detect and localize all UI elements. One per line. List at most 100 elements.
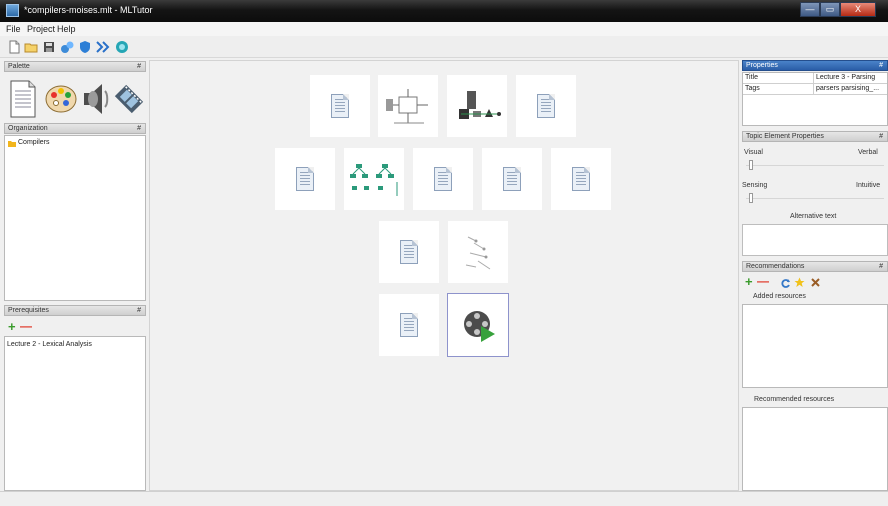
canvas-item-document[interactable] xyxy=(412,147,474,211)
document-icon xyxy=(400,240,418,264)
alternative-text-field[interactable] xyxy=(742,224,888,256)
recommendations-toolbar: + — xyxy=(742,274,888,290)
new-file-icon[interactable] xyxy=(7,40,21,54)
property-key: Tags xyxy=(745,85,760,92)
added-resources-label: Added resources xyxy=(753,293,806,300)
canvas-item-video[interactable] xyxy=(447,293,509,357)
film-icon[interactable] xyxy=(112,79,146,119)
open-folder-icon[interactable] xyxy=(24,40,38,54)
remove-prerequisite-button[interactable]: — xyxy=(20,319,32,333)
prerequisites-header: Prerequisites # xyxy=(4,305,146,316)
property-row[interactable]: Tags parsers parsising_... xyxy=(743,84,887,95)
palette-pin-icon[interactable]: # xyxy=(137,62,141,71)
prerequisites-panel: Lecture 2 - Lexical Analysis xyxy=(4,336,146,491)
canvas-item-document[interactable] xyxy=(309,74,371,138)
document-icon xyxy=(331,94,349,118)
canvas-item-document[interactable] xyxy=(378,293,440,357)
topic-properties-pin-icon[interactable]: # xyxy=(879,132,883,141)
palette-colors-icon[interactable] xyxy=(44,79,78,119)
sensing-intuitive-slider[interactable] xyxy=(746,198,884,199)
palette-title: Palette xyxy=(8,63,30,70)
document-icon xyxy=(537,94,555,118)
document-icon xyxy=(503,167,521,191)
star-icon[interactable] xyxy=(794,277,805,288)
tools-icon[interactable] xyxy=(810,277,821,288)
prerequisites-title: Prerequisites xyxy=(8,307,49,314)
add-resource-button[interactable]: + xyxy=(745,274,753,289)
sensing-intuitive-slider-thumb[interactable] xyxy=(749,193,753,203)
document-icon[interactable] xyxy=(7,79,41,119)
app-icon xyxy=(6,4,19,17)
status-bar xyxy=(0,491,888,506)
document-icon xyxy=(434,167,452,191)
visual-verbal-slider-thumb[interactable] xyxy=(749,160,753,170)
palette-header: Palette # xyxy=(4,61,146,72)
menu-file[interactable]: File xyxy=(6,24,21,34)
window-controls: — ▭ X xyxy=(800,2,876,17)
recommended-resources-list[interactable] xyxy=(742,407,888,491)
sketch-icon xyxy=(465,236,491,270)
document-icon xyxy=(296,167,314,191)
canvas xyxy=(149,60,739,491)
maximize-button[interactable]: ▭ xyxy=(820,2,840,17)
recommendations-title: Recommendations xyxy=(746,263,805,270)
shield-icon[interactable] xyxy=(78,40,92,54)
property-value[interactable]: parsers parsising_... xyxy=(816,85,879,92)
folder-icon xyxy=(8,141,16,147)
intuitive-label: Intuitive xyxy=(856,182,881,189)
property-value[interactable]: Lecture 3 - Parsing xyxy=(816,74,875,81)
window-title: *compilers-moises.mlt - MLTutor xyxy=(24,5,153,15)
organization-pin-icon[interactable]: # xyxy=(137,124,141,133)
visual-label: Visual xyxy=(744,149,763,156)
recommended-resources-label: Recommended resources xyxy=(754,396,835,403)
tree-item-compilers[interactable]: Compilers xyxy=(18,139,50,146)
added-resources-list[interactable] xyxy=(742,304,888,388)
menu-project[interactable]: Project xyxy=(27,24,55,34)
refresh-icon[interactable] xyxy=(781,278,791,288)
organization-panel: Compilers xyxy=(4,135,146,301)
canvas-item-diagram[interactable] xyxy=(446,74,508,138)
topic-element-properties-title: Topic Element Properties xyxy=(746,133,824,140)
properties-title: Properties xyxy=(746,62,778,69)
diagram-icon xyxy=(386,89,428,124)
canvas-item-document[interactable] xyxy=(274,147,336,211)
properties-header: Properties # xyxy=(742,60,888,71)
visual-verbal-slider[interactable] xyxy=(746,165,884,166)
title-bar: *compilers-moises.mlt - MLTutor — ▭ X xyxy=(0,0,888,22)
canvas-item-document[interactable] xyxy=(515,74,577,138)
add-prerequisite-button[interactable]: + xyxy=(8,319,16,334)
remove-resource-button[interactable]: — xyxy=(757,274,769,288)
publish-icon[interactable] xyxy=(60,40,74,54)
document-icon xyxy=(572,167,590,191)
video-reel-icon xyxy=(464,311,495,342)
prerequisites-pin-icon[interactable]: # xyxy=(137,306,141,315)
tree-diagram-icon xyxy=(350,164,398,196)
sensing-label: Sensing xyxy=(742,182,768,189)
canvas-item-diagram[interactable] xyxy=(377,74,439,138)
properties-panel: Title Lecture 3 - Parsing Tags parsers p… xyxy=(742,72,888,126)
recommendations-pin-icon[interactable]: # xyxy=(879,262,883,271)
topic-element-properties-header: Topic Element Properties # xyxy=(742,131,888,142)
canvas-item-diagram[interactable] xyxy=(343,147,405,211)
save-icon[interactable] xyxy=(42,40,56,54)
canvas-item-document[interactable] xyxy=(550,147,612,211)
speaker-icon[interactable] xyxy=(80,79,114,119)
verbal-label: Verbal xyxy=(858,149,878,156)
menu-bar: File Project Help xyxy=(0,22,888,36)
properties-pin-icon[interactable]: # xyxy=(879,61,883,70)
go-icon[interactable] xyxy=(115,40,129,54)
canvas-item-sketch[interactable] xyxy=(447,220,509,284)
canvas-item-document[interactable] xyxy=(378,220,440,284)
toolbar xyxy=(0,36,888,58)
canvas-item-document[interactable] xyxy=(481,147,543,211)
prerequisite-item[interactable]: Lecture 2 - Lexical Analysis xyxy=(7,341,92,348)
recommendations-header: Recommendations # xyxy=(742,261,888,272)
next-icon[interactable] xyxy=(96,40,110,54)
prerequisites-toolbar: + — xyxy=(4,318,146,336)
alternative-text-label: Alternative text xyxy=(790,213,837,220)
minimize-button[interactable]: — xyxy=(800,2,820,17)
close-button[interactable]: X xyxy=(840,2,876,17)
document-icon xyxy=(400,313,418,337)
property-row[interactable]: Title Lecture 3 - Parsing xyxy=(743,73,887,84)
menu-help[interactable]: Help xyxy=(57,24,76,34)
